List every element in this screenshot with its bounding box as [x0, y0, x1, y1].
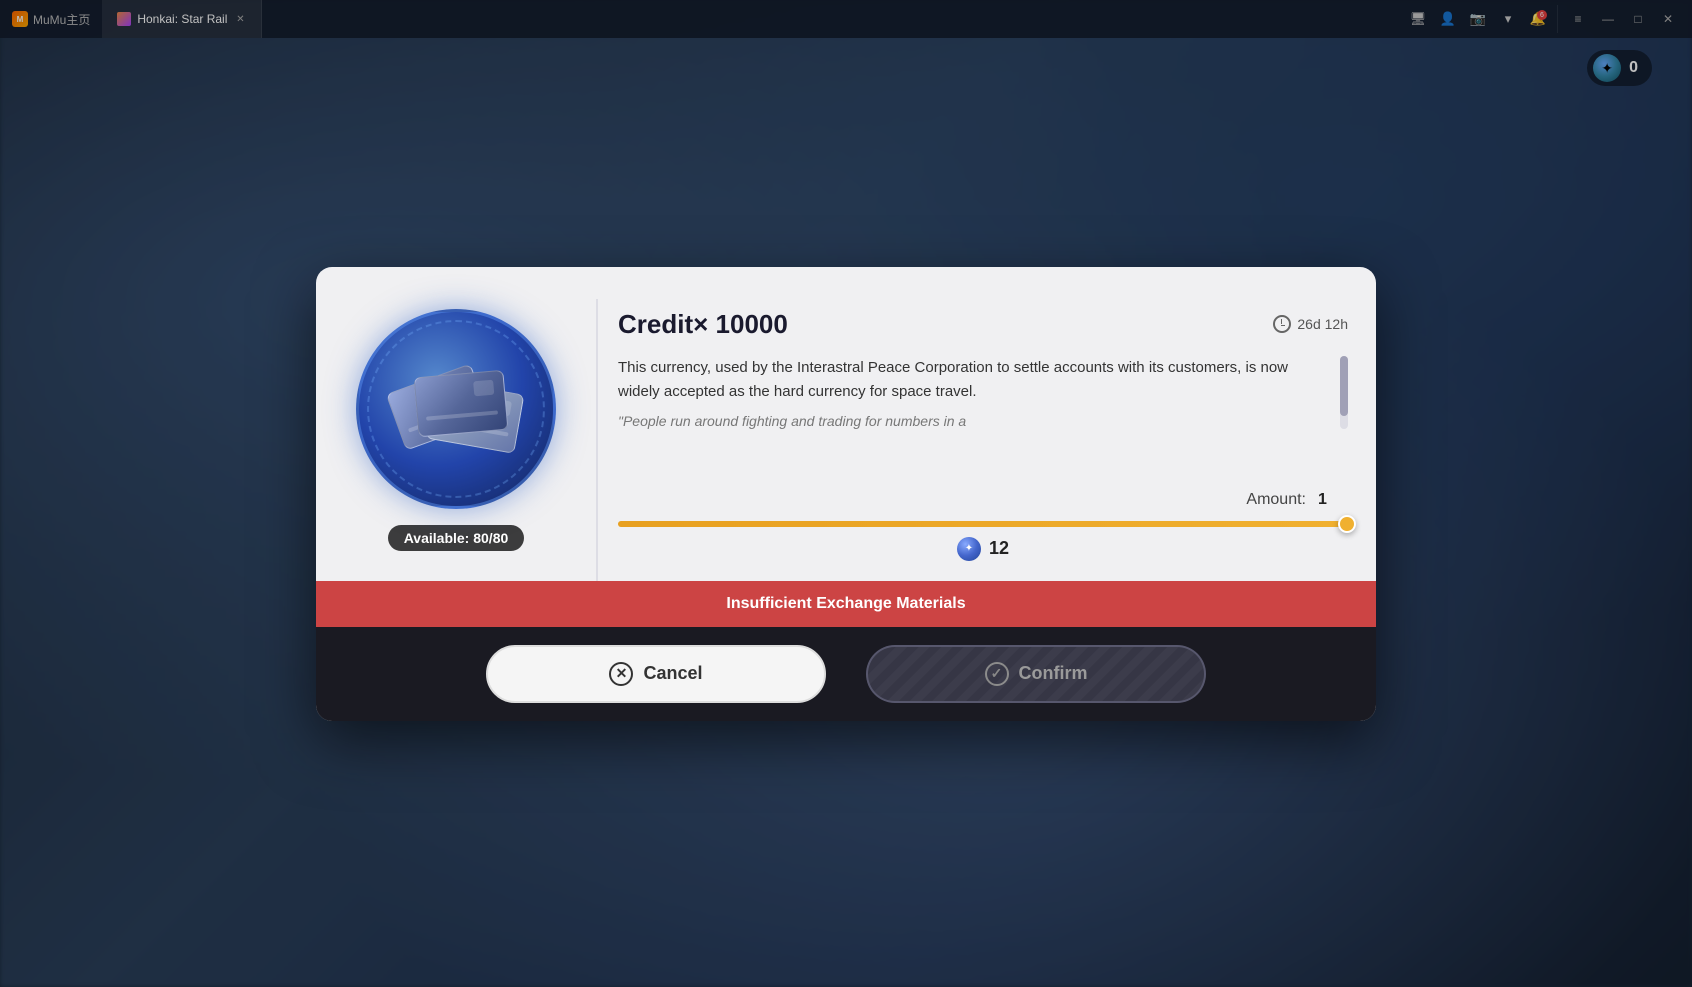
card-stripe-2: [426, 410, 498, 420]
confirm-label: Confirm: [1019, 663, 1088, 684]
exchange-modal: Available: 80/80 Credit× 10000 26d 12h T…: [316, 267, 1376, 721]
credit-cards-icon: [396, 364, 516, 454]
amount-value: 1: [1318, 491, 1348, 509]
time-remaining: 26d 12h: [1273, 315, 1348, 333]
warning-bar: Insufficient Exchange Materials: [316, 581, 1376, 627]
amount-section: Amount: 1 12: [596, 475, 1376, 581]
amount-slider[interactable]: [618, 521, 1348, 527]
item-title-row: Credit× 10000 26d 12h: [598, 309, 1348, 340]
slider-thumb[interactable]: [1338, 515, 1356, 533]
cost-value: 12: [989, 538, 1009, 559]
card-shine-2: [473, 379, 494, 396]
slider-fill: [618, 521, 1348, 527]
description-scroll: This currency, used by the Interastral P…: [598, 356, 1348, 430]
item-title: Credit× 10000: [618, 309, 788, 340]
available-text: Available: 80/80: [404, 530, 509, 546]
cancel-label: Cancel: [643, 663, 702, 684]
item-panel: Available: 80/80: [316, 299, 596, 581]
confirm-icon: ✓: [985, 662, 1009, 686]
cost-currency-icon: [957, 537, 981, 561]
cancel-button[interactable]: ✕ Cancel: [486, 645, 826, 703]
cancel-icon: ✕: [609, 662, 633, 686]
warning-text: Insufficient Exchange Materials: [726, 595, 965, 612]
item-description: This currency, used by the Interastral P…: [598, 356, 1348, 406]
amount-label: Amount:: [1246, 491, 1306, 509]
item-flavor-text: "People run around fighting and trading …: [598, 413, 1348, 429]
modal-footer: ✕ Cancel ✓ Confirm: [316, 627, 1376, 721]
available-badge: Available: 80/80: [388, 525, 525, 551]
modal-overlay: Available: 80/80 Credit× 10000 26d 12h T…: [0, 0, 1692, 987]
card-mid: [414, 369, 509, 437]
item-image: [356, 309, 556, 509]
confirm-button[interactable]: ✓ Confirm: [866, 645, 1206, 703]
slider-track: [618, 521, 1348, 527]
info-panel: Credit× 10000 26d 12h This currency, use…: [596, 299, 1376, 475]
modal-body: Available: 80/80 Credit× 10000 26d 12h T…: [316, 267, 1376, 581]
right-panel: Credit× 10000 26d 12h This currency, use…: [596, 299, 1376, 581]
clock-icon: [1273, 315, 1291, 333]
time-remaining-value: 26d 12h: [1297, 316, 1348, 332]
scrollbar-thumb[interactable]: [1340, 356, 1348, 416]
cost-row: 12: [618, 537, 1348, 561]
amount-row: Amount: 1: [618, 491, 1348, 509]
